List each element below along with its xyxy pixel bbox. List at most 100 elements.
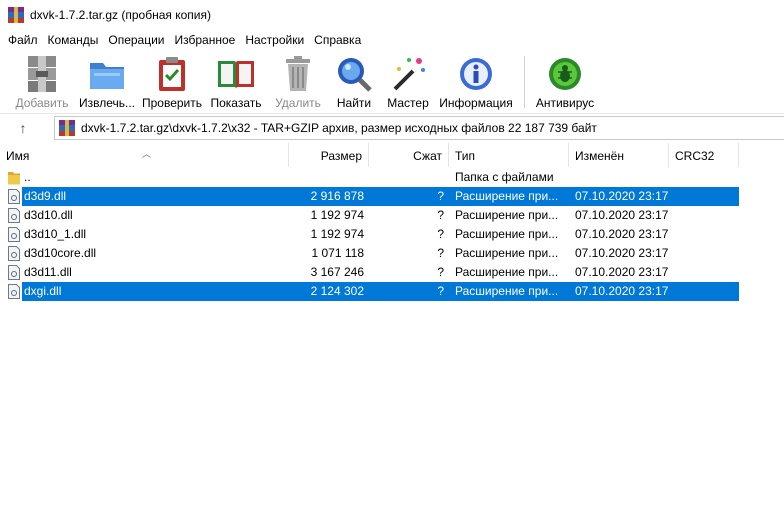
list-item-selected[interactable]: dxgi.dll 2 124 302 ? Расширение при... 0…	[0, 282, 784, 301]
find-magnifier-icon	[334, 54, 374, 94]
view-book-icon	[216, 54, 256, 94]
archive-icon	[59, 120, 75, 136]
column-name[interactable]: Имя ︿	[0, 143, 289, 167]
column-modified-label: Изменён	[575, 149, 624, 163]
menu-commands[interactable]: Команды	[43, 30, 104, 50]
file-packed: ?	[437, 189, 444, 203]
file-packed: ?	[437, 208, 444, 222]
add-button-label: Добавить	[15, 96, 69, 110]
list-item[interactable]: d3d11.dll 3 167 246 ? Расширение при... …	[0, 263, 784, 282]
file-packed: ?	[437, 265, 444, 279]
antivirus-bug-icon	[545, 54, 585, 94]
column-type[interactable]: Тип	[449, 143, 569, 167]
up-arrow-icon[interactable]: ↑	[0, 116, 46, 140]
list-item[interactable]: d3d10_1.dll 1 192 974 ? Расширение при..…	[0, 225, 784, 244]
menu-operations[interactable]: Операции	[103, 30, 169, 50]
path-text: dxvk-1.7.2.tar.gz\dxvk-1.7.2\x32 - TAR+G…	[81, 121, 597, 135]
column-crc32[interactable]: CRC32	[669, 143, 739, 167]
dll-file-icon	[8, 227, 20, 242]
info-button-label: Информация	[439, 96, 513, 110]
list-item[interactable]: d3d10.dll 1 192 974 ? Расширение при... …	[0, 206, 784, 225]
dll-file-icon	[8, 246, 20, 261]
antivirus-button-label: Антивирус	[535, 96, 595, 110]
test-clipboard-icon	[152, 54, 192, 94]
file-packed: ?	[437, 284, 444, 298]
menu-settings[interactable]: Настройки	[240, 30, 309, 50]
delete-button[interactable]: Удалить	[268, 50, 328, 112]
menu-help[interactable]: Справка	[309, 30, 366, 50]
file-type: Расширение при...	[455, 284, 559, 298]
file-size	[290, 168, 364, 187]
toolbar: Добавить Извлечь... Проверить Показать У…	[0, 50, 784, 114]
file-type: Папка с файлами	[455, 170, 554, 184]
file-name: d3d9.dll	[24, 189, 67, 203]
file-modified: 07.10.2020 23:17	[575, 284, 669, 298]
file-list: Имя ︿ Размер Сжат Тип Изменён CRC32 .. П…	[0, 143, 784, 532]
file-modified: 07.10.2020 23:17	[575, 208, 669, 222]
file-modified: 07.10.2020 23:17	[575, 227, 669, 241]
column-modified[interactable]: Изменён	[569, 143, 669, 167]
list-header: Имя ︿ Размер Сжат Тип Изменён CRC32	[0, 143, 784, 167]
extract-folder-icon	[87, 54, 127, 94]
wizard-button-label: Мастер	[387, 96, 429, 110]
file-size: 1 071 118	[311, 246, 365, 260]
column-type-label: Тип	[455, 149, 476, 163]
column-packed-label: Сжат	[413, 149, 442, 163]
antivirus-button[interactable]: Антивирус	[533, 50, 597, 112]
dll-file-icon	[8, 265, 20, 280]
column-crc32-label: CRC32	[675, 149, 715, 163]
file-size: 1 192 974	[310, 208, 364, 222]
file-name: d3d10.dll	[24, 208, 73, 222]
title-bar[interactable]: dxvk-1.7.2.tar.gz (пробная копия)	[0, 0, 784, 30]
list-item-selected[interactable]: d3d9.dll 2 916 878 ? Расширение при... 0…	[0, 187, 784, 206]
file-name: dxgi.dll	[24, 284, 62, 298]
file-name: d3d10core.dll	[24, 246, 97, 260]
column-name-label: Имя	[6, 149, 30, 163]
info-button[interactable]: Информация	[436, 50, 516, 112]
find-button[interactable]: Найти	[328, 50, 380, 112]
find-button-label: Найти	[336, 96, 372, 110]
file-size: 2 124 302	[310, 284, 364, 298]
file-name: d3d11.dll	[24, 265, 72, 279]
column-packed[interactable]: Сжат	[369, 143, 449, 167]
file-name: ..	[24, 170, 31, 184]
file-modified: 07.10.2020 23:17	[575, 189, 669, 203]
test-button-label: Проверить	[141, 96, 202, 110]
view-button[interactable]: Показать	[204, 50, 268, 112]
folder-icon	[8, 172, 20, 185]
menu-bar: Файл Команды Операции Избранное Настройк…	[0, 30, 784, 50]
list-item[interactable]: d3d10core.dll 1 071 118 ? Расширение при…	[0, 244, 784, 263]
add-button[interactable]: Добавить	[10, 50, 74, 112]
extract-button-label: Извлечь...	[78, 96, 135, 110]
file-size: 2 916 878	[310, 189, 364, 203]
toolbar-separator	[524, 56, 525, 108]
file-size: 1 192 974	[310, 227, 364, 241]
info-icon	[456, 54, 496, 94]
address-bar: ↑ dxvk-1.7.2.tar.gz\dxvk-1.7.2\x32 - TAR…	[0, 116, 784, 140]
delete-button-label: Удалить	[275, 96, 321, 110]
file-packed: ?	[437, 227, 444, 241]
dll-file-icon	[8, 208, 20, 223]
file-type: Расширение при...	[455, 246, 559, 260]
sort-up-icon: ︿	[142, 149, 152, 159]
trash-icon	[278, 54, 318, 94]
column-size-label: Размер	[320, 149, 362, 163]
path-field[interactable]: dxvk-1.7.2.tar.gz\dxvk-1.7.2\x32 - TAR+G…	[54, 116, 784, 140]
file-packed: ?	[437, 246, 444, 260]
menu-file[interactable]: Файл	[3, 30, 43, 50]
file-size: 3 167 246	[310, 265, 364, 279]
file-name: d3d10_1.dll	[24, 227, 87, 241]
file-packed	[370, 168, 444, 187]
archive-add-icon	[22, 54, 62, 94]
file-type: Расширение при...	[455, 208, 559, 222]
wizard-button[interactable]: Мастер	[380, 50, 436, 112]
file-modified: 07.10.2020 23:17	[575, 265, 669, 279]
menu-favorites[interactable]: Избранное	[170, 30, 241, 50]
list-item-parent[interactable]: .. Папка с файлами	[0, 168, 784, 187]
file-modified	[575, 168, 670, 187]
file-type: Расширение при...	[455, 189, 559, 203]
column-size[interactable]: Размер	[289, 143, 369, 167]
extract-button[interactable]: Извлечь...	[74, 50, 140, 112]
list-rows: .. Папка с файлами d3d9.dll 2 916 878 ? …	[0, 168, 784, 301]
test-button[interactable]: Проверить	[140, 50, 204, 112]
